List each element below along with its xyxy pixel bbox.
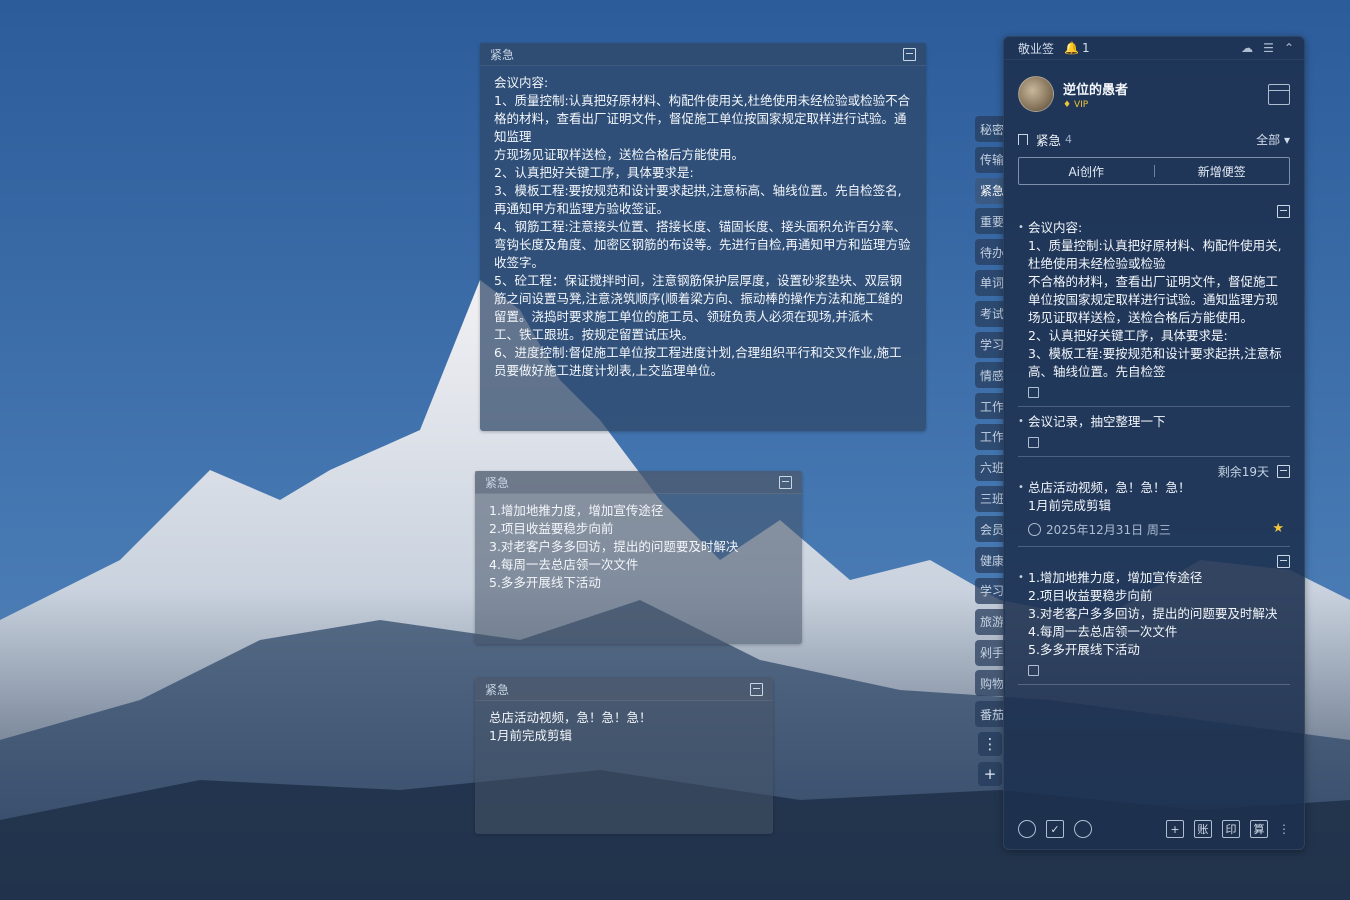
item-text[interactable]: 会议内容: 1、质量控制:认真把好原材料、构配件使用关,杜绝使用未经检验或检验 …: [1018, 219, 1290, 381]
bell-icon[interactable]: 🔔: [1064, 41, 1079, 55]
tab-9[interactable]: 工作: [975, 393, 1005, 420]
panel-toolbar: ✓ + 账 印 算 ⋮: [1004, 809, 1304, 849]
list-item[interactable]: 剩余19天 总店活动视频，急！急！急！ 1月前完成剪辑 2025年12月31日 …: [1018, 457, 1290, 547]
item-text[interactable]: 会议记录，抽空整理一下: [1018, 413, 1290, 431]
tab-8[interactable]: 情感: [975, 362, 1005, 389]
tab-2[interactable]: 紧急: [975, 177, 1005, 204]
tab-1[interactable]: 传输: [975, 146, 1005, 173]
new-note-button[interactable]: 新增便签: [1155, 163, 1290, 180]
username[interactable]: 逆位的愚者: [1063, 79, 1268, 98]
add-tab-button[interactable]: +: [978, 761, 1002, 786]
app-name: 敬业签: [1018, 41, 1055, 56]
tab-6[interactable]: 考试: [975, 300, 1005, 327]
action-bar: Ai创作 新增便签: [1018, 157, 1290, 185]
clock-icon[interactable]: [1018, 820, 1036, 838]
category-name: 紧急: [1036, 133, 1062, 148]
remaining-days: 剩余19天: [1217, 464, 1269, 479]
note-category: 紧急: [485, 475, 510, 490]
list-item[interactable]: 会议内容: 1、质量控制:认真把好原材料、构配件使用关,杜绝使用未经检验或检验 …: [1018, 197, 1290, 407]
more-tabs-button[interactable]: ⋮: [978, 731, 1002, 756]
bookmark-icon: [1018, 134, 1028, 145]
category-tabs: 秘密 传输 紧急 重要 待办 单词 考试 学习 情感 工作 工作 六班 三班 会员 健康 学习 旅游 剁手 购物 番茄…: [975, 116, 1005, 792]
star-icon[interactable]: ★: [1272, 521, 1284, 536]
lock-icon[interactable]: [1028, 387, 1039, 398]
tab-11[interactable]: 六班: [975, 454, 1005, 481]
tab-10[interactable]: 工作: [975, 423, 1005, 450]
category-row: 紧急 4 全部 ▾: [1004, 130, 1304, 149]
tab-17[interactable]: 剁手: [975, 639, 1005, 666]
add-icon[interactable]: +: [1166, 820, 1184, 838]
collapse-icon[interactable]: ⌃: [1284, 41, 1294, 55]
tab-12[interactable]: 三班: [975, 485, 1005, 512]
menu-icon[interactable]: ☰: [1263, 41, 1274, 55]
export-icon[interactable]: [750, 682, 763, 696]
due-date[interactable]: 2025年12月31日 周三: [1046, 521, 1171, 538]
calculator-icon[interactable]: 算: [1250, 820, 1268, 838]
notify-count: 1: [1081, 41, 1090, 55]
account-icon[interactable]: 账: [1194, 820, 1212, 838]
sticky-note-panel: 敬业签 🔔 1 ☁ ☰ ⌃ 逆位的愚者 ♦ VIP 紧急 4 全部 ▾ Ai创作…: [1003, 36, 1305, 850]
ai-create-button[interactable]: Ai创作: [1019, 163, 1154, 180]
note-content[interactable]: 总店活动视频，急！急！急！ 1月前完成剪辑: [475, 701, 773, 753]
tab-0[interactable]: 秘密: [975, 116, 1005, 142]
sync-icon[interactable]: ☁: [1241, 41, 1253, 55]
search-icon[interactable]: [1074, 820, 1092, 838]
checklist-icon[interactable]: ✓: [1046, 820, 1064, 838]
floating-note-meeting[interactable]: 紧急 会议内容: 1、质量控制:认真把好原材料、构配件使用关,杜绝使用未经检验或…: [480, 43, 926, 431]
tab-19[interactable]: 番茄: [975, 701, 1005, 728]
avatar[interactable]: [1018, 76, 1054, 112]
category-count: 4: [1065, 133, 1073, 146]
print-icon[interactable]: 印: [1222, 820, 1240, 838]
note-category: 紧急: [485, 682, 510, 697]
tab-3[interactable]: 重要: [975, 208, 1005, 235]
floating-note-tasks[interactable]: 紧急 1.增加地推力度，增加宣传途径 2.项目收益要稳步向前 3.对老客户多多回…: [475, 471, 802, 644]
note-list: 会议内容: 1、质量控制:认真把好原材料、构配件使用关,杜绝使用未经检验或检验 …: [1004, 197, 1304, 809]
export-icon[interactable]: [1277, 554, 1290, 568]
lock-icon[interactable]: [1028, 437, 1039, 448]
note-header[interactable]: 紧急: [480, 43, 926, 66]
export-icon[interactable]: [1277, 204, 1290, 218]
user-profile: 逆位的愚者 ♦ VIP: [1004, 60, 1304, 116]
item-text[interactable]: 总店活动视频，急！急！急！ 1月前完成剪辑: [1018, 479, 1290, 515]
tab-16[interactable]: 旅游: [975, 608, 1005, 635]
note-category: 紧急: [490, 47, 515, 62]
tab-7[interactable]: 学习: [975, 331, 1005, 358]
tab-14[interactable]: 健康: [975, 547, 1005, 574]
lock-icon[interactable]: [1028, 665, 1039, 676]
note-header[interactable]: 紧急: [475, 471, 802, 494]
floating-note-video[interactable]: 紧急 总店活动视频，急！急！急！ 1月前完成剪辑: [475, 678, 773, 834]
item-text[interactable]: 1.增加地推力度，增加宣传途径 2.项目收益要稳步向前 3.对老客户多多回访，提…: [1018, 569, 1290, 659]
calendar-icon[interactable]: [1268, 83, 1290, 105]
more-icon[interactable]: ⋮: [1278, 822, 1290, 836]
note-content[interactable]: 1.增加地推力度，增加宣传途径 2.项目收益要稳步向前 3.对老客户多多回访，提…: [475, 494, 802, 600]
panel-titlebar[interactable]: 敬业签 🔔 1 ☁ ☰ ⌃: [1004, 37, 1304, 60]
list-item[interactable]: 会议记录，抽空整理一下: [1018, 407, 1290, 457]
tab-13[interactable]: 会员: [975, 516, 1005, 543]
export-icon[interactable]: [779, 475, 792, 489]
export-icon[interactable]: [1277, 464, 1290, 478]
note-header[interactable]: 紧急: [475, 678, 773, 701]
tab-5[interactable]: 单词: [975, 269, 1005, 296]
list-item[interactable]: 1.增加地推力度，增加宣传途径 2.项目收益要稳步向前 3.对老客户多多回访，提…: [1018, 547, 1290, 685]
clock-icon: [1028, 523, 1041, 536]
filter-dropdown[interactable]: 全部 ▾: [1256, 131, 1290, 148]
note-content[interactable]: 会议内容: 1、质量控制:认真把好原材料、构配件使用关,杜绝使用未经检验或检验不…: [480, 66, 926, 388]
tab-4[interactable]: 待办: [975, 239, 1005, 266]
vip-badge: ♦ VIP: [1063, 99, 1089, 110]
tab-18[interactable]: 购物: [975, 670, 1005, 697]
tab-15[interactable]: 学习: [975, 577, 1005, 604]
export-icon[interactable]: [903, 47, 916, 61]
